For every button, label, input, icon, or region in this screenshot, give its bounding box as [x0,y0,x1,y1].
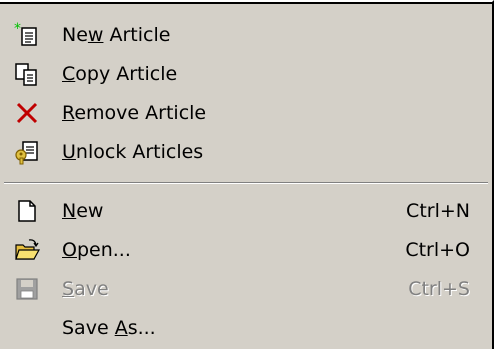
menu-item-label: New [62,200,104,222]
menu-item-label: Save [62,278,109,300]
menu-item-save-as[interactable]: Save As... [0,309,492,347]
menu-item-unlock-articles[interactable]: Unlock Articles [0,133,492,171]
menu-item-shortcut: Ctrl+S [408,278,470,300]
copy-article-icon [14,61,40,87]
menu-item-new-article[interactable]: * New Article [0,16,492,54]
new-document-icon [14,198,40,224]
menu-item-label: Open... [62,239,131,261]
mnemonic-char: R [62,102,75,124]
menu-item-label: Unlock Articles [62,141,204,163]
menu-item-label: Save As... [62,317,156,339]
svg-text:*: * [14,22,21,37]
menu-separator [4,182,488,184]
mnemonic-char: N [62,200,77,222]
menu-item-open[interactable]: Open... Ctrl+O [0,231,492,269]
menu-item-save: Save Ctrl+S [0,270,492,308]
menu-item-shortcut: Ctrl+O [405,239,470,261]
menu-item-label: New Article [62,24,171,46]
mnemonic-char: S [62,278,75,300]
open-folder-icon [14,237,40,263]
context-menu: * New Article Copy Article Remove Articl… [0,0,494,349]
save-disk-icon [14,276,40,302]
mnemonic-char: w [87,24,104,46]
remove-article-icon [14,100,40,126]
menu-item-label: Remove Article [62,102,207,124]
mnemonic-char: A [114,317,128,339]
unlock-articles-icon [14,139,40,165]
mnemonic-char: C [62,63,76,85]
menu-item-label: Copy Article [62,63,178,85]
menu-item-remove-article[interactable]: Remove Article [0,94,492,132]
menu-item-copy-article[interactable]: Copy Article [0,55,492,93]
mnemonic-char: O [62,239,77,261]
menu-item-shortcut: Ctrl+N [406,200,470,222]
mnemonic-char: U [62,141,76,163]
menu-item-new[interactable]: New Ctrl+N [0,192,492,230]
new-article-icon: * [14,22,40,48]
